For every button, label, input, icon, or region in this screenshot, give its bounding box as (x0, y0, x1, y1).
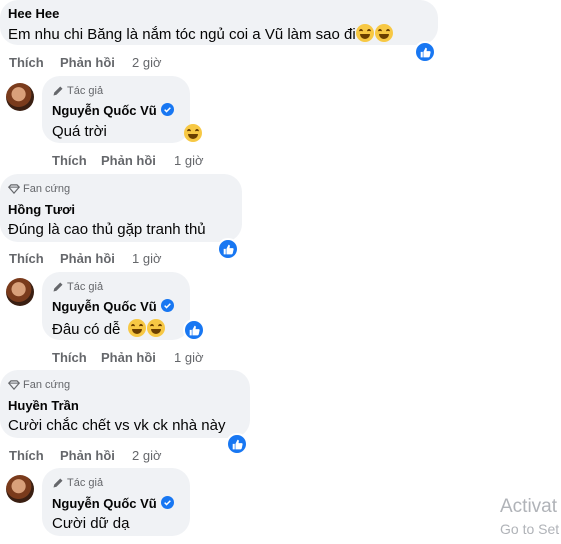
verified-badge-icon (160, 299, 174, 312)
comment-time[interactable]: 1 giờ (174, 153, 204, 168)
like-reaction-icon[interactable] (226, 433, 248, 455)
like-reaction-icon[interactable] (217, 238, 239, 260)
verified-badge-icon (160, 103, 174, 116)
diamond-icon (8, 184, 20, 194)
haha-emoji-icon (184, 124, 202, 142)
comment-time[interactable]: 2 giờ (132, 55, 162, 70)
comment-author[interactable]: Nguyễn Quốc Vũ (52, 103, 174, 118)
diamond-icon (8, 380, 20, 390)
like-reaction-icon[interactable] (183, 319, 205, 341)
comment-text: Em nhu chi Băng là nắm tóc ngủ coi a Vũ … (8, 24, 393, 43)
comment-text: Quá trời (52, 123, 107, 140)
pencil-icon (53, 478, 63, 488)
like-reaction-icon[interactable] (414, 41, 436, 63)
laughing-emoji-icon (127, 319, 146, 337)
avatar[interactable] (6, 278, 34, 306)
avatar[interactable] (6, 475, 34, 503)
reply-button[interactable]: Phản hồi (101, 350, 156, 365)
author-badge: Tác giả (52, 281, 103, 293)
pencil-icon (53, 86, 63, 96)
comment-text: Cười dữ dạ (52, 515, 130, 532)
reply-button[interactable]: Phản hồi (60, 55, 115, 70)
comment-time[interactable]: 1 giờ (174, 350, 204, 365)
reply-button[interactable]: Phản hồi (60, 448, 115, 463)
rofl-emoji-icon (355, 24, 374, 42)
comment-text: Đúng là cao thủ gặp tranh thủ (8, 221, 206, 238)
avatar[interactable] (6, 83, 34, 111)
comment-time[interactable]: 1 giờ (132, 251, 162, 266)
pencil-icon (53, 282, 63, 292)
laughing-emoji-icon (146, 319, 165, 337)
comment-time[interactable]: 2 giờ (132, 448, 162, 463)
comment-author[interactable]: Hee Hee (8, 6, 59, 21)
verified-badge-icon (160, 496, 174, 509)
comment-text: Cười chắc chết vs vk ck nhà này (8, 417, 226, 434)
author-badge: Tác giả (52, 477, 103, 489)
reply-button[interactable]: Phản hồi (60, 251, 115, 266)
fan-badge: Fan cứng (8, 183, 70, 195)
comment-text: Đâu có dễ (52, 319, 165, 338)
comment-author[interactable]: Nguyễn Quốc Vũ (52, 496, 174, 511)
like-button[interactable]: Thích (9, 448, 44, 463)
like-button[interactable]: Thích (52, 350, 87, 365)
windows-activation-watermark: Activat Go to Set (500, 496, 560, 537)
fan-badge: Fan cứng (8, 379, 70, 391)
like-button[interactable]: Thích (9, 55, 44, 70)
like-button[interactable]: Thích (52, 153, 87, 168)
comment-author[interactable]: Nguyễn Quốc Vũ (52, 299, 174, 314)
rofl-emoji-icon (374, 24, 393, 42)
reaction[interactable] (184, 124, 202, 144)
comment-author[interactable]: Hồng Tươi (8, 202, 75, 217)
author-badge: Tác giả (52, 85, 103, 97)
like-button[interactable]: Thích (9, 251, 44, 266)
comment-author[interactable]: Huyền Trần (8, 398, 79, 413)
reply-button[interactable]: Phản hồi (101, 153, 156, 168)
